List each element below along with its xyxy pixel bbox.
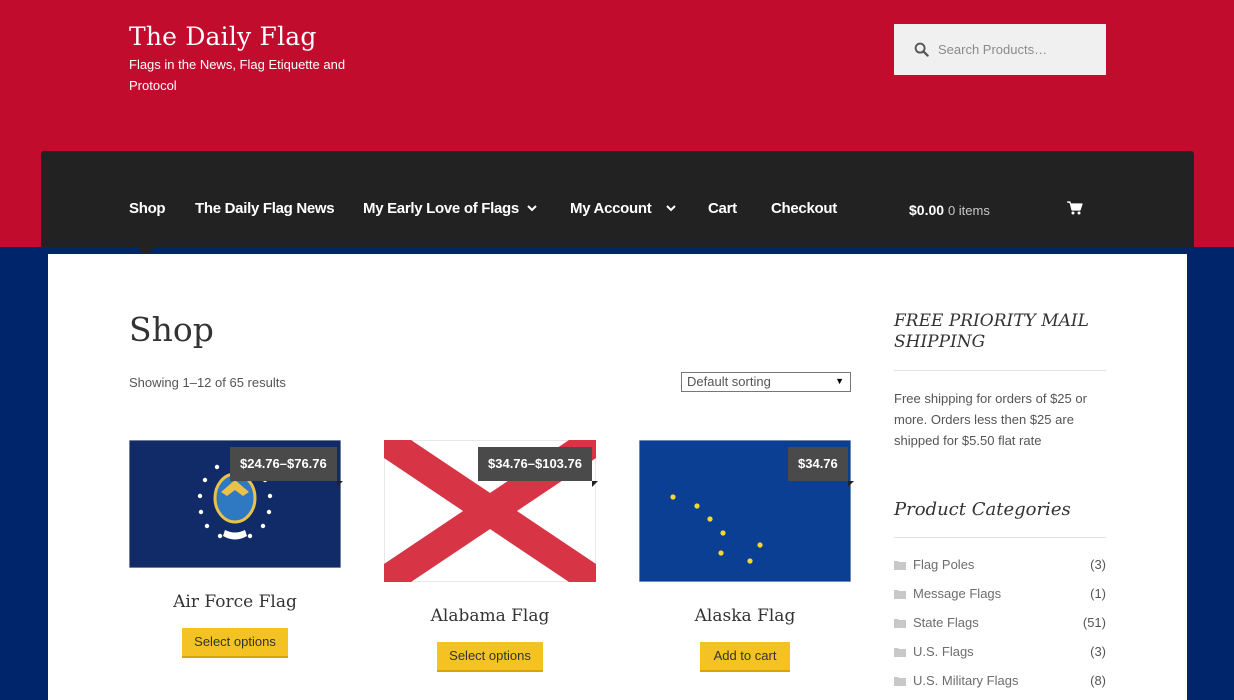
category-item[interactable]: U.S. Military Flags (8) bbox=[894, 672, 1106, 692]
cart-total: $0.00 bbox=[909, 202, 945, 218]
nav-item-shop[interactable]: Shop bbox=[129, 200, 166, 217]
price-badge: $34.76–$103.76 bbox=[478, 447, 598, 487]
category-count: (51) bbox=[1082, 615, 1106, 630]
sort-select[interactable]: Default sorting ▼ bbox=[681, 372, 851, 392]
nav-item-cart[interactable]: Cart bbox=[708, 200, 737, 217]
sort-selected-value: Default sorting bbox=[687, 374, 771, 389]
shipping-widget-text: Free shipping for orders of $25 or more.… bbox=[894, 391, 1087, 448]
site-tagline: Flags in the News, Flag Etiquette and Pr… bbox=[129, 57, 346, 93]
dropdown-arrow-icon: ▼ bbox=[835, 376, 844, 386]
search-box[interactable] bbox=[894, 24, 1106, 75]
page-title: Shop bbox=[129, 310, 214, 349]
product-title[interactable]: Alaska Flag bbox=[639, 606, 851, 626]
category-link[interactable]: Flag Poles bbox=[913, 557, 974, 572]
main-content: Shop Showing 1–12 of 65 results Default … bbox=[48, 254, 1187, 700]
add-to-cart-button[interactable]: Add to cart bbox=[700, 642, 790, 672]
site-title[interactable]: The Daily Flag bbox=[129, 22, 317, 51]
category-item[interactable]: Flag Poles (3) bbox=[894, 556, 1106, 576]
category-count: (1) bbox=[1090, 586, 1106, 601]
folder-icon bbox=[894, 590, 906, 599]
nav-item-daily-flag-news[interactable]: The Daily Flag News bbox=[195, 200, 335, 217]
folder-icon bbox=[894, 561, 906, 570]
category-count: (8) bbox=[1090, 673, 1106, 688]
category-item[interactable]: Message Flags (1) bbox=[894, 585, 1106, 605]
shopping-cart-icon[interactable] bbox=[1067, 201, 1083, 215]
nav-item-early-love-of-flags[interactable]: My Early Love of Flags bbox=[363, 200, 519, 217]
select-options-button[interactable]: Select options bbox=[437, 642, 543, 672]
widget-divider bbox=[894, 370, 1106, 371]
category-link[interactable]: U.S. Flags bbox=[913, 644, 974, 659]
result-count: Showing 1–12 of 65 results bbox=[129, 375, 286, 390]
category-link[interactable]: Message Flags bbox=[913, 586, 1001, 601]
chevron-down-icon[interactable] bbox=[527, 205, 537, 212]
folder-icon bbox=[894, 677, 906, 686]
primary-navigation: Shop The Daily Flag News My Early Love o… bbox=[41, 151, 1194, 256]
product-title[interactable]: Alabama Flag bbox=[384, 606, 596, 626]
select-options-button[interactable]: Select options bbox=[182, 628, 288, 658]
cart-item-count: 0 items bbox=[947, 203, 990, 218]
category-item[interactable]: State Flags (51) bbox=[894, 614, 1106, 634]
chevron-down-icon[interactable] bbox=[666, 205, 676, 212]
shipping-widget-title: FREE PRIORITY MAIL SHIPPING bbox=[894, 311, 1089, 352]
category-count: (3) bbox=[1090, 557, 1106, 572]
category-count: (3) bbox=[1090, 644, 1106, 659]
folder-icon bbox=[894, 619, 906, 628]
categories-widget-title: Product Categories bbox=[894, 499, 1071, 520]
search-icon bbox=[914, 42, 929, 57]
category-link[interactable]: State Flags bbox=[913, 615, 979, 630]
product-title[interactable]: Air Force Flag bbox=[129, 592, 341, 612]
category-item[interactable]: U.S. Flags (3) bbox=[894, 643, 1106, 663]
price-badge: $24.76–$76.76 bbox=[230, 447, 343, 487]
price-badge: $34.76 bbox=[788, 447, 854, 487]
search-input[interactable] bbox=[938, 24, 1100, 75]
header-cart-link[interactable]: $0.00 0 items bbox=[909, 202, 990, 218]
widget-divider bbox=[894, 537, 1106, 538]
nav-item-my-account[interactable]: My Account bbox=[570, 200, 652, 217]
nav-item-checkout[interactable]: Checkout bbox=[771, 200, 837, 217]
category-link[interactable]: U.S. Military Flags bbox=[913, 673, 1018, 688]
folder-icon bbox=[894, 648, 906, 657]
